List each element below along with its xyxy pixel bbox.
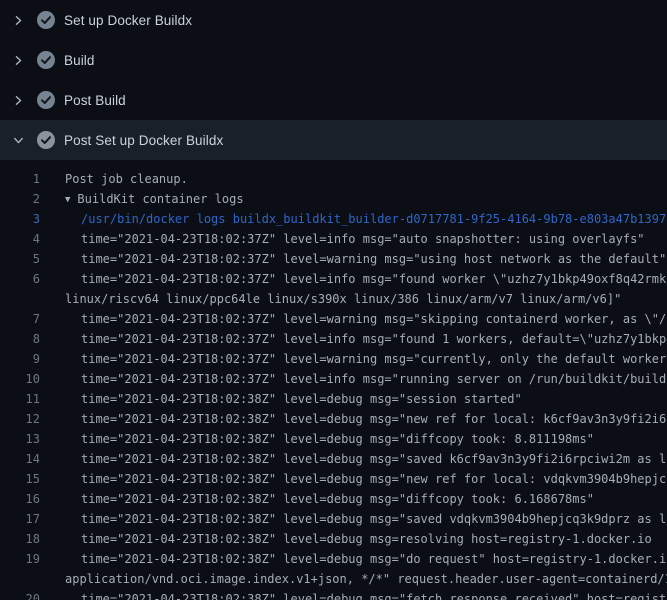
log-row: 6 time="2021-04-23T18:02:37Z" level=info… bbox=[0, 269, 667, 289]
chevron-right-icon bbox=[13, 95, 24, 106]
log-row: 17 time="2021-04-23T18:02:38Z" level=deb… bbox=[0, 509, 667, 529]
log-row: 3 /usr/bin/docker logs buildx_buildkit_b… bbox=[0, 209, 667, 229]
log-row: 18 time="2021-04-23T18:02:38Z" level=deb… bbox=[0, 529, 667, 549]
log-line-number[interactable]: 7 bbox=[0, 309, 40, 329]
chevron-down-icon bbox=[13, 135, 24, 146]
log-line-number[interactable]: 17 bbox=[0, 509, 40, 529]
success-check-icon bbox=[36, 130, 56, 150]
log-line-number[interactable]: 4 bbox=[0, 229, 40, 249]
log-line-text: time="2021-04-23T18:02:37Z" level=warnin… bbox=[81, 249, 666, 269]
log-line-number[interactable]: 12 bbox=[0, 409, 40, 429]
step-log-output: 1 Post job cleanup. 2 ▼ BuildKit containe… bbox=[0, 160, 667, 600]
step-row-build[interactable]: Build bbox=[0, 40, 667, 80]
log-row: 19 time="2021-04-23T18:02:38Z" level=deb… bbox=[0, 549, 667, 569]
log-row-wrap: application/vnd.oci.image.index.v1+json,… bbox=[0, 569, 667, 589]
log-line-text: time="2021-04-23T18:02:38Z" level=debug … bbox=[81, 529, 652, 549]
log-row: 8 time="2021-04-23T18:02:37Z" level=info… bbox=[0, 329, 667, 349]
log-line-text: time="2021-04-23T18:02:37Z" level=info m… bbox=[81, 329, 667, 349]
log-row: 13 time="2021-04-23T18:02:38Z" level=deb… bbox=[0, 429, 667, 449]
log-line-number[interactable]: 2 bbox=[0, 189, 40, 209]
log-line-number[interactable]: 8 bbox=[0, 329, 40, 349]
step-row-post-build[interactable]: Post Build bbox=[0, 80, 667, 120]
log-row: 14 time="2021-04-23T18:02:38Z" level=deb… bbox=[0, 449, 667, 469]
log-row: 12 time="2021-04-23T18:02:38Z" level=deb… bbox=[0, 409, 667, 429]
log-group-toggle-icon[interactable]: ▼ bbox=[65, 190, 70, 209]
log-row: 11 time="2021-04-23T18:02:38Z" level=deb… bbox=[0, 389, 667, 409]
step-row-set-up-docker-buildx[interactable]: Set up Docker Buildx bbox=[0, 0, 667, 40]
log-line-text: time="2021-04-23T18:02:38Z" level=debug … bbox=[81, 589, 667, 600]
log-line-text: ▼ BuildKit container logs bbox=[65, 189, 244, 209]
log-line-number[interactable]: 13 bbox=[0, 429, 40, 449]
log-line-number[interactable]: 11 bbox=[0, 389, 40, 409]
log-line-text: time="2021-04-23T18:02:38Z" level=debug … bbox=[81, 509, 667, 529]
step-row-post-set-up-docker-buildx[interactable]: Post Set up Docker Buildx bbox=[0, 120, 667, 160]
log-line-text: time="2021-04-23T18:02:38Z" level=debug … bbox=[81, 429, 594, 449]
log-line-number[interactable]: 18 bbox=[0, 529, 40, 549]
log-line-text: time="2021-04-23T18:02:37Z" level=info m… bbox=[81, 369, 667, 389]
step-label: Post Build bbox=[64, 93, 126, 108]
log-line-text: time="2021-04-23T18:02:38Z" level=debug … bbox=[81, 449, 667, 469]
log-line-number bbox=[0, 289, 40, 309]
log-line-text: time="2021-04-23T18:02:37Z" level=info m… bbox=[81, 229, 645, 249]
step-label: Post Set up Docker Buildx bbox=[64, 133, 223, 148]
success-check-icon bbox=[36, 90, 56, 110]
log-row: 2 ▼ BuildKit container logs bbox=[0, 189, 667, 209]
log-line-number[interactable]: 15 bbox=[0, 469, 40, 489]
log-line-number[interactable]: 14 bbox=[0, 449, 40, 469]
log-line-number[interactable]: 16 bbox=[0, 489, 40, 509]
log-line-number[interactable]: 6 bbox=[0, 269, 40, 289]
log-line-text: time="2021-04-23T18:02:38Z" level=debug … bbox=[81, 409, 667, 429]
log-line-text: time="2021-04-23T18:02:38Z" level=debug … bbox=[81, 469, 667, 489]
log-command-text: /usr/bin/docker logs buildx_buildkit_bui… bbox=[81, 209, 667, 229]
log-line-text: time="2021-04-23T18:02:38Z" level=debug … bbox=[81, 549, 667, 569]
log-line-number[interactable]: 5 bbox=[0, 249, 40, 269]
log-line-text: application/vnd.oci.image.index.v1+json,… bbox=[65, 569, 667, 589]
log-row: 16 time="2021-04-23T18:02:38Z" level=deb… bbox=[0, 489, 667, 509]
log-line-text: Post job cleanup. bbox=[65, 169, 188, 189]
log-line-text: time="2021-04-23T18:02:37Z" level=warnin… bbox=[81, 309, 667, 329]
log-row: 9 time="2021-04-23T18:02:37Z" level=warn… bbox=[0, 349, 667, 369]
log-line-text: time="2021-04-23T18:02:38Z" level=debug … bbox=[81, 489, 594, 509]
log-line-text: time="2021-04-23T18:02:37Z" level=info m… bbox=[81, 269, 667, 289]
job-steps-list: Set up Docker Buildx Build Post Build Po… bbox=[0, 0, 667, 160]
log-line-number bbox=[0, 569, 40, 589]
chevron-right-icon bbox=[13, 55, 24, 66]
log-row: 20 time="2021-04-23T18:02:38Z" level=deb… bbox=[0, 589, 667, 600]
success-check-icon bbox=[36, 50, 56, 70]
log-line-number[interactable]: 19 bbox=[0, 549, 40, 569]
log-row: 10 time="2021-04-23T18:02:37Z" level=inf… bbox=[0, 369, 667, 389]
log-row: 5 time="2021-04-23T18:02:37Z" level=warn… bbox=[0, 249, 667, 269]
log-line-text: linux/riscv64 linux/ppc64le linux/s390x … bbox=[65, 289, 621, 309]
log-line-text: time="2021-04-23T18:02:38Z" level=debug … bbox=[81, 389, 522, 409]
log-row: 7 time="2021-04-23T18:02:37Z" level=warn… bbox=[0, 309, 667, 329]
chevron-right-icon bbox=[13, 15, 24, 26]
log-row: 4 time="2021-04-23T18:02:37Z" level=info… bbox=[0, 229, 667, 249]
log-row: 1 Post job cleanup. bbox=[0, 169, 667, 189]
log-line-number[interactable]: 3 bbox=[0, 209, 40, 229]
log-row: 15 time="2021-04-23T18:02:38Z" level=deb… bbox=[0, 469, 667, 489]
log-line-number[interactable]: 20 bbox=[0, 589, 40, 600]
step-label: Set up Docker Buildx bbox=[64, 13, 192, 28]
log-line-number[interactable]: 1 bbox=[0, 169, 40, 189]
log-line-number[interactable]: 9 bbox=[0, 349, 40, 369]
log-line-text: time="2021-04-23T18:02:37Z" level=warnin… bbox=[81, 349, 667, 369]
log-group-title: BuildKit container logs bbox=[77, 192, 243, 206]
log-row-wrap: linux/riscv64 linux/ppc64le linux/s390x … bbox=[0, 289, 667, 309]
log-line-number[interactable]: 10 bbox=[0, 369, 40, 389]
step-label: Build bbox=[64, 53, 95, 68]
success-check-icon bbox=[36, 10, 56, 30]
